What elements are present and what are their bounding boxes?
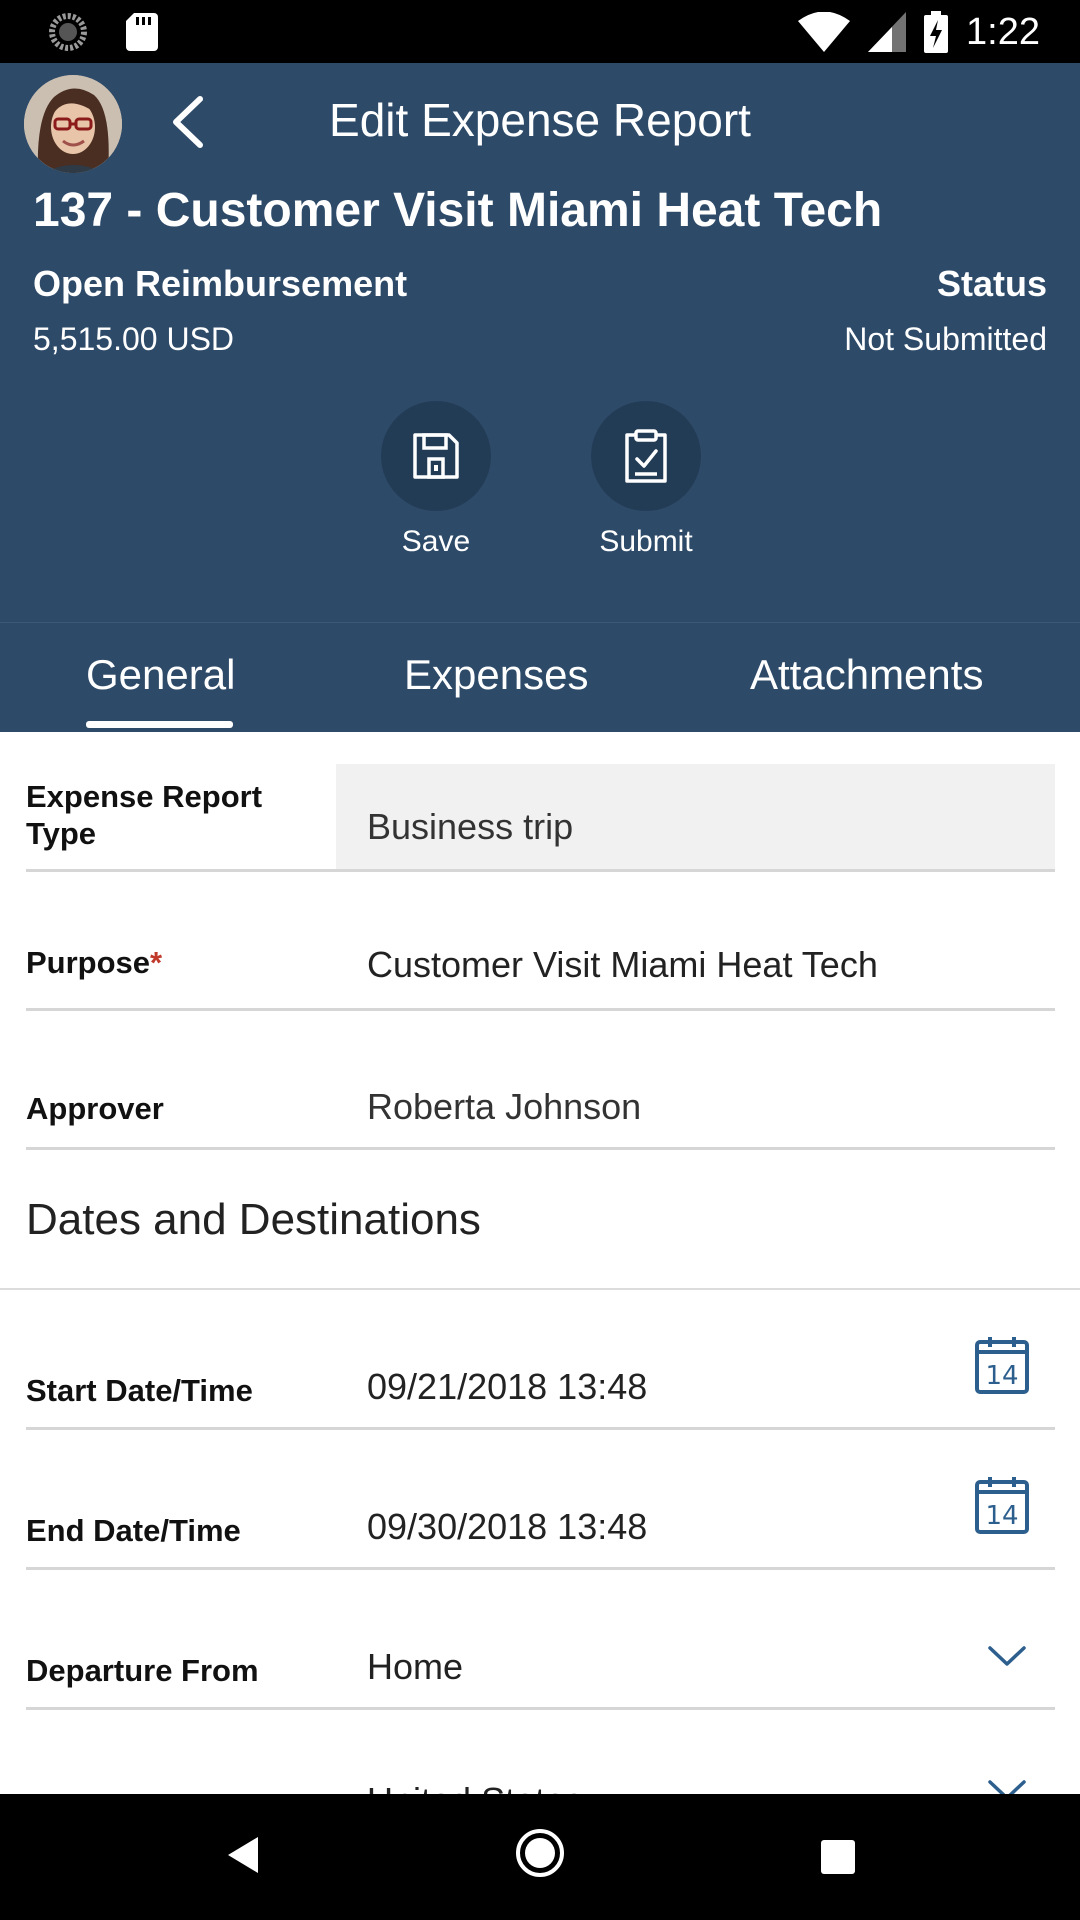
status-bar-right: 1:22 xyxy=(798,8,1040,56)
save-button-circle[interactable] xyxy=(381,401,491,511)
calendar-day-text: 14 xyxy=(985,1361,1018,1391)
submit-label: Submit xyxy=(599,525,693,558)
status-time: 1:22 xyxy=(966,10,1040,53)
purpose-label: Purpose* xyxy=(26,944,162,981)
departure-select[interactable]: Home xyxy=(367,1646,463,1688)
end-date-input[interactable]: 09/30/2018 13:48 xyxy=(367,1506,647,1548)
active-tab-indicator xyxy=(86,721,233,728)
required-marker: * xyxy=(150,945,163,980)
expense-report-type-row: Expense Report Type Business trip xyxy=(26,764,1055,872)
calendar-icon[interactable]: 14 xyxy=(975,1476,1029,1534)
purpose-input[interactable]: Customer Visit Miami Heat Tech xyxy=(367,944,878,986)
status-label: Status xyxy=(936,263,1047,304)
tab-attachments[interactable]: Attachments xyxy=(750,651,983,699)
reimbursement-value: 5,515.00 USD xyxy=(33,321,235,357)
start-date-row: Start Date/Time 09/21/2018 13:48 14 xyxy=(26,1330,1055,1430)
nav-recent-apps-icon[interactable] xyxy=(821,1840,855,1874)
clipboard-check-icon xyxy=(625,429,667,483)
system-nav-bar xyxy=(0,1794,1080,1920)
purpose-label-text: Purpose xyxy=(26,945,151,980)
end-date-row: End Date/Time 09/30/2018 13:48 14 xyxy=(26,1470,1055,1570)
wifi-icon xyxy=(798,12,851,52)
status-value: Not Submitted xyxy=(844,321,1047,357)
report-header: Edit Expense Report 137 - Customer Visit… xyxy=(0,63,1080,623)
chevron-down-icon[interactable] xyxy=(987,1644,1027,1668)
calendar-day-text: 14 xyxy=(985,1501,1018,1531)
sd-card-icon xyxy=(126,13,158,51)
battery-charging-icon xyxy=(924,11,949,53)
tab-general[interactable]: General xyxy=(86,651,235,699)
approver-label: Approver xyxy=(26,1091,164,1126)
report-title: 137 - Customer Visit Miami Heat Tech xyxy=(33,184,883,237)
departure-label: Departure From xyxy=(26,1653,259,1688)
nav-home-icon[interactable] xyxy=(515,1828,565,1878)
tab-expenses[interactable]: Expenses xyxy=(404,651,588,699)
signal-icon xyxy=(868,12,907,52)
country-row: United States xyxy=(26,1750,1055,1794)
divider xyxy=(26,1008,1055,1011)
start-date-input[interactable]: 09/21/2018 13:48 xyxy=(367,1366,647,1408)
divider xyxy=(26,1427,1055,1430)
start-date-label: Start Date/Time xyxy=(26,1373,253,1408)
status-bar: 1:22 xyxy=(0,0,1080,63)
calendar-icon[interactable]: 14 xyxy=(975,1336,1029,1394)
country-select[interactable]: United States xyxy=(367,1780,583,1794)
divider xyxy=(26,869,1055,872)
section-divider xyxy=(0,1288,1080,1290)
chevron-down-icon[interactable] xyxy=(987,1778,1027,1794)
divider xyxy=(26,1707,1055,1710)
save-button[interactable]: Save xyxy=(361,401,511,559)
approver-row: Approver Roberta Johnson xyxy=(26,1060,1055,1150)
purpose-row: Purpose* Customer Visit Miami Heat Tech xyxy=(26,920,1055,1011)
submit-button[interactable]: Submit xyxy=(571,401,721,559)
divider xyxy=(26,1567,1055,1570)
loading-icon xyxy=(49,13,87,51)
reimbursement-label: Open Reimbursement xyxy=(33,263,408,304)
submit-button-circle[interactable] xyxy=(591,401,701,511)
floppy-disk-icon xyxy=(413,433,459,479)
tab-bar: General Expenses Attachments xyxy=(0,622,1080,732)
expense-report-type-value: Business trip xyxy=(367,806,574,847)
dates-destinations-heading: Dates and Destinations xyxy=(26,1195,481,1244)
end-date-label: End Date/Time xyxy=(26,1513,241,1548)
departure-row: Departure From Home xyxy=(26,1610,1055,1710)
expense-report-type-label: Expense Report Type xyxy=(26,779,263,851)
save-label: Save xyxy=(401,525,471,558)
page-title: Edit Expense Report xyxy=(329,94,751,146)
nav-back-icon[interactable] xyxy=(226,1835,260,1875)
divider xyxy=(26,1147,1055,1150)
status-bar-left xyxy=(48,12,158,52)
approver-value: Roberta Johnson xyxy=(367,1086,642,1127)
